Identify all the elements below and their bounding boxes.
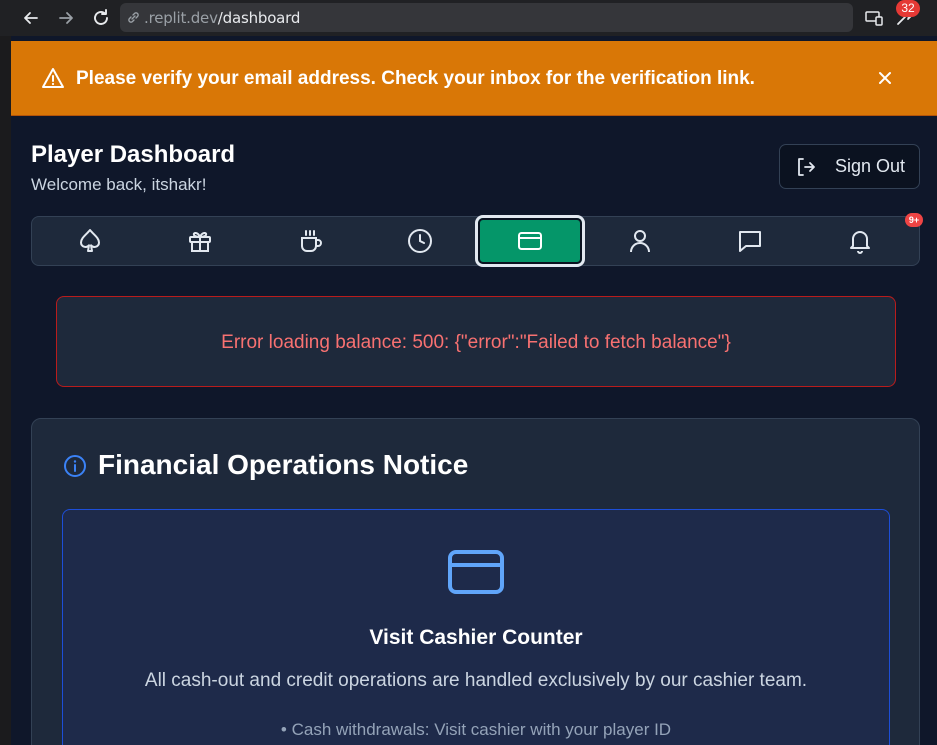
- cast-button[interactable]: [862, 6, 886, 30]
- sign-out-label: Sign Out: [835, 156, 906, 176]
- browser-toolbar: .replit.dev/dashboard 32: [0, 0, 937, 36]
- bell-icon: [850, 231, 870, 254]
- reload-icon: [94, 9, 108, 25]
- link-icon: [128, 12, 139, 23]
- cashier-bullet: • Cash withdrawals: Visit cashier with y…: [280, 720, 672, 739]
- devices-icon: [865, 11, 883, 26]
- balance-error-alert: Error loading balance: 500: {"error":"Fa…: [56, 296, 896, 387]
- dashboard-tabs: 9+: [31, 213, 923, 267]
- tab-games[interactable]: [35, 217, 145, 265]
- coffee-icon: [301, 230, 322, 252]
- banner-close-button[interactable]: [874, 67, 896, 89]
- warning-triangle-icon: [42, 68, 64, 88]
- clock-icon: [408, 229, 432, 253]
- cashier-info-panel: Visit Cashier Counter All cash-out and c…: [62, 509, 890, 745]
- url-domain: .replit.dev: [144, 9, 218, 27]
- gift-icon: [189, 231, 211, 252]
- tab-wallet[interactable]: [475, 215, 585, 267]
- tab-rewards[interactable]: [145, 217, 255, 265]
- tab-lounge[interactable]: [255, 217, 365, 265]
- notifications-badge: 9+: [905, 213, 923, 227]
- user-icon: [630, 230, 650, 253]
- logout-icon: [798, 157, 815, 176]
- banner-message: Please verify your email address. Check …: [76, 68, 755, 89]
- cashier-description: All cash-out and credit operations are h…: [144, 670, 808, 691]
- info-icon: [64, 455, 86, 477]
- arrow-left-icon: [24, 12, 38, 24]
- verify-email-banner: Please verify your email address. Check …: [11, 41, 937, 116]
- notice-title: Financial Operations Notice: [98, 449, 469, 480]
- back-button[interactable]: [19, 6, 43, 30]
- address-bar[interactable]: .replit.dev/dashboard: [120, 3, 853, 32]
- spade-icon: [80, 229, 100, 252]
- reload-button[interactable]: [89, 6, 113, 30]
- balance-error-message: Error loading balance: 500: {"error":"Fa…: [221, 332, 731, 353]
- credit-card-icon: [448, 550, 504, 594]
- page-title: Player Dashboard: [31, 141, 236, 168]
- arrow-right-icon: [59, 12, 73, 24]
- sign-out-button[interactable]: Sign Out: [779, 144, 920, 189]
- credit-card-icon: [518, 232, 542, 250]
- tab-history[interactable]: [365, 217, 475, 265]
- tab-messages[interactable]: [695, 217, 805, 265]
- close-icon: [879, 72, 891, 84]
- side-gutter: [0, 36, 11, 745]
- url-path: /dashboard: [217, 9, 301, 27]
- welcome-text: Welcome back, itshakr!: [31, 175, 207, 194]
- forward-button[interactable]: [54, 6, 78, 30]
- url-text: .replit.dev/dashboard: [144, 9, 300, 27]
- tab-notifications[interactable]: [805, 217, 915, 265]
- tab-profile[interactable]: [585, 217, 695, 265]
- message-icon: [739, 231, 761, 252]
- extension-badge: 32: [896, 0, 920, 17]
- financial-notice-card: Financial Operations Notice Visit Cashie…: [31, 418, 920, 745]
- cashier-title: Visit Cashier Counter: [369, 626, 583, 649]
